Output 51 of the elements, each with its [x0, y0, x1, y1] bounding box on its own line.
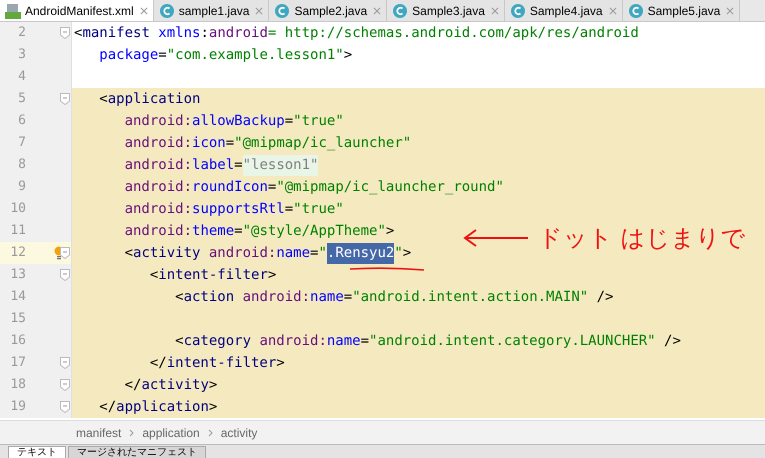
fold-marker-icon[interactable] — [60, 27, 70, 39]
fold-marker-icon[interactable] — [60, 401, 70, 413]
chevron-icon — [129, 428, 134, 436]
line-number: 16 — [9, 332, 26, 350]
line-number: 3 — [17, 46, 26, 64]
line-number: 19 — [9, 398, 26, 416]
line-number: 9 — [17, 178, 26, 196]
editor-tab[interactable]: sample1.java — [154, 0, 270, 21]
close-icon[interactable] — [608, 6, 617, 14]
line-number: 12 — [9, 244, 26, 262]
line-number: 5 — [17, 90, 26, 108]
class-icon — [628, 2, 644, 18]
manifest-file-icon — [5, 2, 21, 18]
close-icon[interactable] — [726, 6, 734, 14]
editor-tab[interactable]: Sample5.java — [622, 0, 740, 21]
line-number: 7 — [17, 134, 26, 152]
line-number: 14 — [9, 288, 26, 306]
line-number: 17 — [9, 354, 26, 372]
editor-tab[interactable]: Sample4.java — [504, 0, 623, 21]
close-icon[interactable] — [490, 6, 499, 14]
line-number: 13 — [9, 266, 26, 284]
close-icon[interactable] — [373, 6, 382, 14]
class-icon — [510, 2, 526, 18]
editor-tab[interactable]: Sample3.java — [387, 0, 505, 21]
bottom-tab[interactable]: テキスト — [8, 446, 66, 458]
line-number: 10 — [9, 200, 26, 218]
class-icon — [274, 2, 290, 18]
arrow-annotation — [462, 228, 530, 248]
line-number: 11 — [9, 222, 26, 240]
line-number: 4 — [17, 68, 26, 86]
breadcrumb-item[interactable]: manifest — [76, 424, 122, 442]
class-icon — [392, 2, 408, 18]
bottom-tab[interactable]: マージされたマニフェスト — [68, 446, 206, 458]
line-number: 8 — [17, 156, 26, 174]
line-number: 15 — [9, 310, 26, 328]
line-number: 18 — [9, 376, 26, 394]
fold-marker-icon[interactable] — [60, 269, 70, 281]
breadcrumb-item[interactable]: application — [142, 424, 200, 442]
close-icon[interactable] — [255, 6, 264, 14]
editor-tab[interactable]: Sample2.java — [269, 0, 388, 21]
breadcrumb-item[interactable]: activity — [220, 424, 258, 442]
editor-tab[interactable]: AndroidManifest.xml — [0, 0, 154, 21]
line-number: 2 — [17, 24, 26, 42]
close-icon[interactable] — [140, 6, 148, 14]
chevron-icon — [208, 428, 213, 436]
fold-marker-icon[interactable] — [60, 379, 70, 391]
fold-marker-icon[interactable] — [60, 357, 70, 369]
fold-marker-icon[interactable] — [60, 93, 70, 105]
line-number: 6 — [17, 112, 26, 130]
class-icon — [158, 2, 175, 18]
fold-marker-icon[interactable] — [60, 247, 70, 259]
